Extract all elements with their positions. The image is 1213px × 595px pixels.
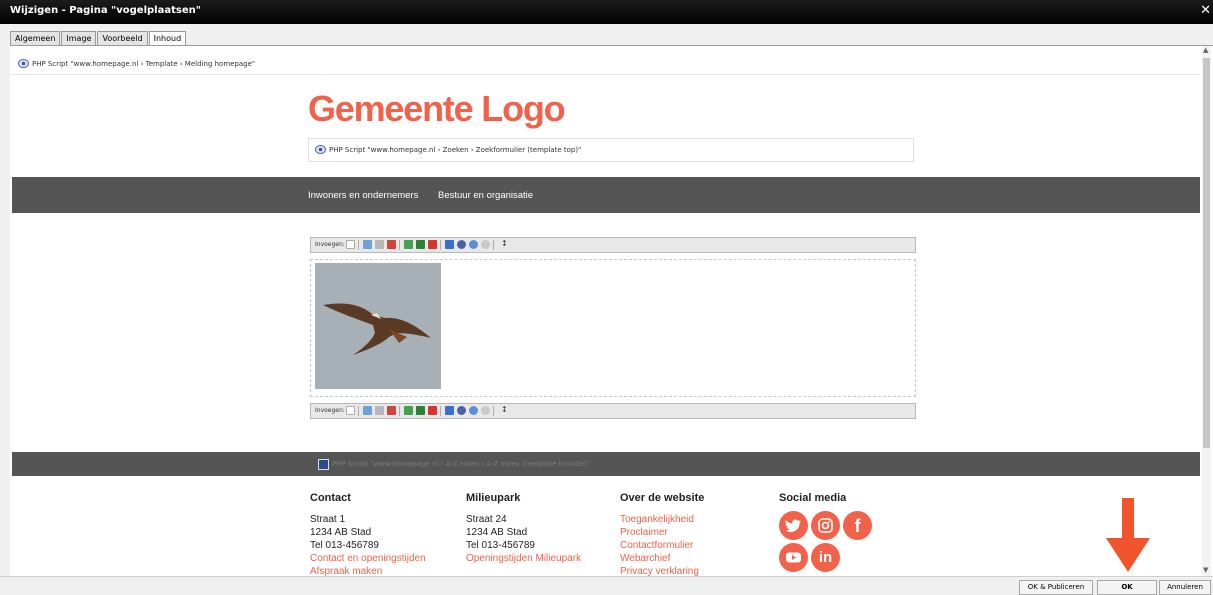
link-toegankelijkheid[interactable]: Toegankelijkheid bbox=[620, 513, 704, 526]
disabled-icon[interactable] bbox=[481, 240, 490, 249]
address-line: 1234 AB Stad bbox=[310, 527, 372, 538]
scroll-up-icon[interactable]: ▲ bbox=[1203, 46, 1208, 54]
toolbar-label: Invoegen: bbox=[315, 407, 345, 414]
footer-heading: Contact bbox=[310, 492, 351, 504]
page-icon[interactable] bbox=[363, 240, 372, 249]
bird-image[interactable] bbox=[315, 263, 441, 389]
disabled-icon[interactable] bbox=[481, 406, 490, 415]
footer-milieupark: Milieupark Straat 24 1234 AB Stad Tel 01… bbox=[466, 492, 581, 565]
site-logo: Gemeente Logo bbox=[308, 88, 566, 129]
breadcrumb-text: PHP Script "www.homepage.nl › Zoeken › Z… bbox=[329, 146, 582, 154]
resize-icon[interactable]: ↕ bbox=[501, 405, 508, 414]
scrollbar-thumb[interactable] bbox=[1203, 58, 1210, 448]
breadcrumb-text: PHP Script "www.homepage.nl › Template ›… bbox=[32, 60, 256, 68]
facebook-icon[interactable]: f bbox=[843, 511, 872, 540]
tab-voorbeeld[interactable]: Voorbeeld bbox=[97, 31, 148, 45]
link-contactformulier[interactable]: Contactformulier bbox=[620, 539, 704, 552]
script-icon[interactable] bbox=[469, 240, 478, 249]
eye-icon[interactable] bbox=[457, 406, 466, 415]
link-proclaimer[interactable]: Proclaimer bbox=[620, 526, 704, 539]
address-line: 1234 AB Stad bbox=[466, 527, 528, 538]
calendar-icon[interactable] bbox=[387, 240, 396, 249]
instagram-icon[interactable] bbox=[811, 511, 840, 540]
link-webarchief[interactable]: Webarchief bbox=[620, 552, 704, 565]
empty-icon[interactable] bbox=[346, 240, 355, 249]
dialog-button-bar: OK & Publiceren OK Annuleren bbox=[0, 576, 1213, 595]
eye-icon[interactable] bbox=[457, 240, 466, 249]
resize-icon[interactable]: ↕ bbox=[501, 239, 508, 248]
main-nav: Inwoners en ondernemers Bestuur en organ… bbox=[12, 177, 1200, 213]
form-icon[interactable] bbox=[445, 240, 454, 249]
image-icon[interactable] bbox=[404, 240, 413, 249]
kite-bird-icon bbox=[323, 303, 431, 355]
link-icon[interactable] bbox=[375, 240, 384, 249]
form-icon[interactable] bbox=[445, 406, 454, 415]
search-breadcrumb[interactable]: PHP Script "www.homepage.nl › Zoeken › Z… bbox=[308, 138, 914, 162]
footer-contact: Contact Straat 1 1234 AB Stad Tel 013-45… bbox=[310, 492, 426, 577]
link-icon[interactable] bbox=[375, 406, 384, 415]
linkedin-icon[interactable]: in bbox=[811, 543, 840, 572]
flash-icon[interactable] bbox=[428, 240, 437, 249]
tab-bar: Algemeen Image Voorbeeld Inhoud bbox=[10, 31, 187, 45]
address-line: Straat 1 bbox=[310, 514, 346, 525]
footer-social: Social media bbox=[779, 492, 846, 513]
eye-icon bbox=[315, 145, 326, 156]
film-icon[interactable] bbox=[416, 406, 425, 415]
phone-line: Tel 013-456789 bbox=[466, 540, 535, 551]
window-title: Wijzigen - Pagina "vogelplaatsen" bbox=[10, 5, 201, 16]
footer-heading: Social media bbox=[779, 492, 847, 504]
content-frame: PHP Script "www.homepage.nl › Template ›… bbox=[10, 45, 1213, 577]
tab-image[interactable]: Image bbox=[61, 31, 97, 45]
toolbar-label: Invoegen: bbox=[315, 241, 345, 248]
page-icon[interactable] bbox=[363, 406, 372, 415]
close-icon[interactable]: ✕ bbox=[1200, 3, 1211, 18]
twitter-icon[interactable] bbox=[779, 511, 808, 540]
script-include-icon bbox=[318, 459, 329, 470]
youtube-icon[interactable] bbox=[779, 543, 808, 572]
link-contact[interactable]: Contact en openingstijden bbox=[310, 552, 426, 565]
scroll-down-icon[interactable]: ▼ bbox=[1203, 566, 1208, 574]
film-icon[interactable] bbox=[416, 240, 425, 249]
calendar-icon[interactable] bbox=[387, 406, 396, 415]
tab-inhoud[interactable]: Inhoud bbox=[148, 31, 187, 45]
tab-algemeen[interactable]: Algemeen bbox=[10, 31, 61, 45]
breadcrumb-text: PHP Script "www.homepage.nl › A-Z Index … bbox=[332, 460, 590, 468]
footer-heading: Over de website bbox=[620, 492, 705, 504]
phone-line: Tel 013-456789 bbox=[310, 540, 379, 551]
footer-include-bar[interactable]: PHP Script "www.homepage.nl › A-Z Index … bbox=[12, 452, 1200, 476]
nav-item-bestuur[interactable]: Bestuur en organisatie bbox=[438, 190, 533, 201]
flash-icon[interactable] bbox=[428, 406, 437, 415]
insert-toolbar-top: Invoegen: ↕ bbox=[310, 237, 916, 253]
script-icon[interactable] bbox=[469, 406, 478, 415]
nav-item-inwoners[interactable]: Inwoners en ondernemers bbox=[308, 190, 418, 201]
address-line: Straat 24 bbox=[466, 514, 507, 525]
arrow-down-icon bbox=[1106, 498, 1150, 572]
ok-publish-button[interactable]: OK & Publiceren bbox=[1019, 580, 1093, 595]
empty-icon[interactable] bbox=[346, 406, 355, 415]
image-icon[interactable] bbox=[404, 406, 413, 415]
insert-toolbar-bottom: Invoegen: ↕ bbox=[310, 403, 916, 419]
template-breadcrumb[interactable]: PHP Script "www.homepage.nl › Template ›… bbox=[10, 56, 1200, 75]
content-area[interactable] bbox=[310, 259, 916, 397]
footer-website: Over de website Toegankelijkheid Proclai… bbox=[620, 492, 704, 577]
vertical-scrollbar[interactable]: ▲ ▼ bbox=[1202, 46, 1211, 577]
footer-heading: Milieupark bbox=[466, 492, 521, 504]
eye-icon bbox=[18, 59, 29, 70]
link-openingstijden[interactable]: Openingstijden Milieupark bbox=[466, 552, 581, 565]
ok-button[interactable]: OK bbox=[1097, 580, 1157, 595]
window-titlebar: Wijzigen - Pagina "vogelplaatsen" ✕ bbox=[0, 0, 1213, 24]
cancel-button[interactable]: Annuleren bbox=[1159, 580, 1211, 595]
